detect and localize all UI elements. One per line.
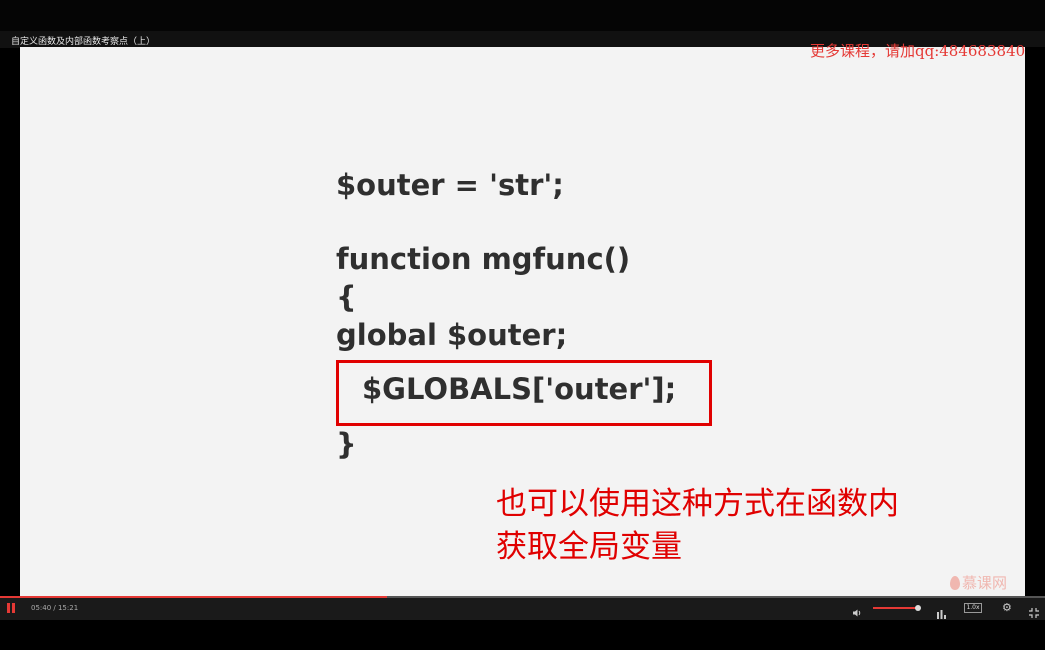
volume-icon-graphic	[853, 609, 861, 617]
progress-bar[interactable]	[0, 596, 1045, 598]
video-title: 自定义函数及内部函数考察点（上）	[11, 37, 156, 47]
fullscreen-icon[interactable]	[1029, 603, 1039, 618]
settings-icon[interactable]: ⚙	[1002, 602, 1012, 614]
imooc-flame-icon	[950, 576, 960, 590]
code-line-function: function mgfunc()	[336, 242, 631, 276]
code-line-outer: $outer = 'str';	[336, 168, 564, 202]
volume-knob[interactable]	[915, 605, 921, 611]
volume-slider[interactable]	[873, 605, 921, 611]
watermark: 更多课程，请加qq:484683840	[810, 42, 1026, 60]
bottom-letterbox	[0, 620, 1045, 650]
pause-icon[interactable]	[6, 603, 16, 613]
quality-icon[interactable]	[937, 604, 946, 619]
time-display: 05:40 / 15:21	[31, 604, 79, 612]
slide: $outer = 'str'; function mgfunc() { glob…	[20, 47, 1025, 596]
volume-icon[interactable]	[852, 603, 862, 617]
note-line-1: 也可以使用这种方式在函数内	[496, 486, 899, 522]
imooc-logo-text: 慕课网	[962, 574, 1008, 592]
top-strip	[0, 0, 1045, 31]
code-line-open-brace: {	[336, 280, 357, 314]
note-line-2: 获取全局变量	[496, 529, 682, 565]
quality-icon-graphic	[937, 610, 946, 619]
fullscreen-icon-graphic	[1029, 608, 1039, 618]
volume-fill	[873, 607, 918, 609]
highlight-box	[336, 360, 712, 426]
slide-right-bar	[1025, 47, 1045, 596]
imooc-logo: 慕课网	[950, 572, 1007, 593]
code-line-global: global $outer;	[336, 318, 568, 352]
code-line-close-brace: }	[336, 427, 357, 461]
speed-button[interactable]: 1.0x	[964, 603, 982, 613]
progress-fill	[0, 596, 387, 598]
